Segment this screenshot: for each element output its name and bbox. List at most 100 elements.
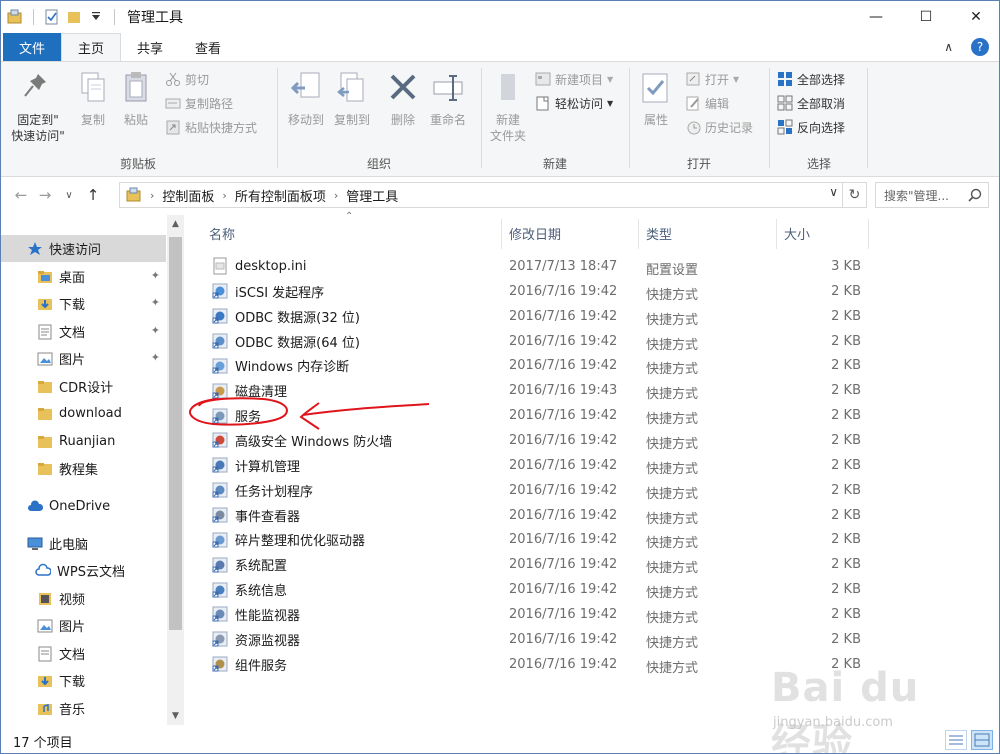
nav-documents[interactable]: 文档 ✦ [1,318,166,345]
table-row[interactable]: 性能监视器 2016/7/16 19:42 快捷方式 2 KB [191,603,871,627]
nav-desktop[interactable]: 桌面 ✦ [1,263,166,290]
file-name-cell[interactable]: 资源监视器 [211,630,300,649]
open-button[interactable]: 打开 ▼ [685,68,739,90]
table-row[interactable]: 资源监视器 2016/7/16 19:42 快捷方式 2 KB [191,628,871,652]
file-name-cell[interactable]: 系统配置 [211,555,287,574]
edit-button[interactable]: 编辑 [685,92,729,114]
folder-tools-icon[interactable] [7,9,23,25]
nav-scrollbar[interactable]: ▲ ▼ [167,215,184,725]
table-row[interactable]: 计算机管理 2016/7/16 19:42 快捷方式 2 KB [191,454,871,478]
minimize-button[interactable]: — [851,1,901,33]
nav-videos[interactable]: 视频 [1,585,166,612]
easy-access-button[interactable]: 轻松访问 ▼ [535,92,613,114]
breadcrumb-chevron-icon[interactable]: › [222,189,226,202]
nav-music[interactable]: 音乐 [1,695,166,722]
column-header-size[interactable]: 大小 [784,219,864,247]
address-dropdown-icon[interactable]: ∨ [829,185,838,199]
table-row[interactable]: Windows 内存诊断 2016/7/16 19:42 快捷方式 2 KB [191,354,871,378]
file-name-cell[interactable]: iSCSI 发起程序 [211,282,324,301]
up-button[interactable]: ↑ [81,183,105,207]
scroll-up-icon[interactable]: ▲ [167,215,184,233]
nav-pc-documents[interactable]: 文档 [1,640,166,667]
table-row[interactable]: desktop.ini 2017/7/13 18:47 配置设置 3 KB [191,255,871,279]
copy-button[interactable]: 复制 [73,70,113,128]
file-name-cell[interactable]: 碎片整理和优化驱动器 [211,530,365,549]
file-name-cell[interactable]: 组件服务 [211,655,287,674]
nav-tutorials[interactable]: 教程集 [1,455,166,482]
forward-button[interactable]: → [33,183,57,207]
refresh-button[interactable]: ↻ [842,183,866,207]
maximize-button[interactable]: ☐ [901,1,951,33]
table-row[interactable]: 磁盘清理 2016/7/16 19:43 快捷方式 2 KB [191,379,871,403]
scroll-thumb[interactable] [169,237,182,630]
tab-view[interactable]: 查看 [179,33,237,61]
nav-ruanjian[interactable]: Ruanjian [1,428,166,455]
table-row[interactable]: 服务 2016/7/16 19:42 快捷方式 2 KB [191,404,871,428]
file-name-cell[interactable]: Windows 内存诊断 [211,356,349,375]
nav-wps-cloud[interactable]: WPS云文档 [1,557,166,584]
history-button[interactable]: 历史记录 [685,116,753,138]
nav-downloads[interactable]: 下载 ✦ [1,290,166,317]
cut-button[interactable]: 剪切 [165,68,209,90]
table-row[interactable]: 事件查看器 2016/7/16 19:42 快捷方式 2 KB [191,504,871,528]
table-row[interactable]: iSCSI 发起程序 2016/7/16 19:42 快捷方式 2 KB [191,280,871,304]
new-item-button[interactable]: 新建项目 ▼ [535,68,613,90]
copy-to-button[interactable]: 复制到 [329,70,375,128]
tab-share[interactable]: 共享 [121,33,179,61]
file-name-cell[interactable]: 计算机管理 [211,456,300,475]
file-name-cell[interactable]: ODBC 数据源(32 位) [211,307,360,326]
paste-button[interactable]: 粘贴 [115,70,157,128]
file-name-cell[interactable]: 服务 [211,406,261,425]
table-row[interactable]: 碎片整理和优化驱动器 2016/7/16 19:42 快捷方式 2 KB [191,528,871,552]
invert-selection-button[interactable]: 反向选择 [777,116,845,138]
properties-button[interactable]: 属性 [635,70,677,128]
collapse-ribbon-button[interactable]: ∧ [944,40,953,54]
column-header-date[interactable]: 修改日期 [509,219,637,247]
help-button[interactable]: ? [971,38,989,56]
large-icons-view-button[interactable] [971,730,993,750]
breadcrumb-control-panel[interactable]: 控制面板 [162,186,214,205]
breadcrumb-admin-tools[interactable]: 管理工具 [346,186,398,205]
breadcrumb-all-items[interactable]: 所有控制面板项 [235,186,326,205]
nav-this-pc[interactable]: 此电脑 [1,530,166,557]
nav-pc-downloads[interactable]: 下载 [1,667,166,694]
table-row[interactable]: ODBC 数据源(64 位) 2016/7/16 19:42 快捷方式 2 KB [191,330,871,354]
recent-locations-button[interactable]: ∨ [57,183,81,207]
copy-path-button[interactable]: 复制路径 [165,92,233,114]
breadcrumb-chevron-icon[interactable]: › [150,189,154,202]
nav-cdr[interactable]: CDR设计 [1,373,166,400]
file-name-cell[interactable]: 性能监视器 [211,605,300,624]
qat-dropdown-icon[interactable] [88,9,104,25]
table-row[interactable]: 任务计划程序 2016/7/16 19:42 快捷方式 2 KB [191,479,871,503]
file-name-cell[interactable]: 磁盘清理 [211,381,287,400]
properties-icon[interactable] [44,9,60,25]
close-button[interactable]: ✕ [951,1,999,33]
file-name-cell[interactable]: 系统信息 [211,580,287,599]
rename-button[interactable]: 重命名 [425,70,471,128]
new-folder-qat-icon[interactable] [66,9,82,25]
breadcrumb-chevron-icon[interactable]: › [334,189,338,202]
select-all-button[interactable]: 全部选择 [777,68,845,90]
nav-quick-access[interactable]: 快速访问 [1,235,166,262]
column-header-type[interactable]: 类型 [646,219,774,247]
select-none-button[interactable]: 全部取消 [777,92,845,114]
table-row[interactable]: 系统信息 2016/7/16 19:42 快捷方式 2 KB [191,578,871,602]
back-button[interactable]: ← [9,183,33,207]
table-row[interactable]: ODBC 数据源(32 位) 2016/7/16 19:42 快捷方式 2 KB [191,305,871,329]
move-to-button[interactable]: 移动到 [283,70,329,128]
new-folder-button[interactable]: 新建 文件夹 [485,70,531,144]
address-bar[interactable]: › 控制面板 › 所有控制面板项 › 管理工具 ∨ ↻ [119,182,867,208]
file-name-cell[interactable]: desktop.ini [211,257,306,275]
table-row[interactable]: 高级安全 Windows 防火墙 2016/7/16 19:42 快捷方式 2 KB [191,429,871,453]
nav-onedrive[interactable]: OneDrive [1,493,166,520]
file-name-cell[interactable]: 任务计划程序 [211,481,313,500]
nav-pictures[interactable]: 图片 ✦ [1,345,166,372]
tab-file[interactable]: 文件 [3,33,62,61]
search-input[interactable]: 搜索"管理... [875,182,989,208]
paste-shortcut-button[interactable]: 粘贴快捷方式 [165,116,257,138]
file-name-cell[interactable]: ODBC 数据源(64 位) [211,332,360,351]
file-name-cell[interactable]: 事件查看器 [211,506,300,525]
pin-quick-access-button[interactable]: 固定到" 快速访问" [5,70,71,144]
nav-download-folder[interactable]: download [1,400,166,427]
file-name-cell[interactable]: 高级安全 Windows 防火墙 [211,431,392,450]
